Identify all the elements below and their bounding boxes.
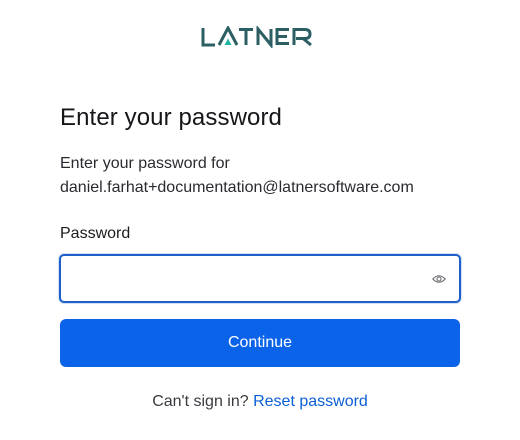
brand-logo [0,26,520,48]
password-label: Password [60,225,131,242]
page-description: Enter your password for daniel.farhat+do… [60,152,480,200]
description-text: Enter your password for [60,155,230,172]
reset-password-link[interactable]: Reset password [253,393,368,410]
password-field-wrapper [59,254,461,303]
page-title: Enter your password [60,104,283,131]
eye-icon [432,275,446,283]
password-input[interactable] [61,256,435,301]
signin-page: Enter your password Enter your password … [0,0,520,440]
cant-sign-in-text: Can't sign in? [152,393,249,410]
account-email: daniel.farhat+documentation@latnersoftwa… [60,179,414,196]
show-password-toggle[interactable] [429,269,449,289]
signin-help: Can't sign in? Reset password [0,393,520,411]
continue-button[interactable]: Continue [60,319,460,367]
latner-logo-icon [201,26,312,48]
